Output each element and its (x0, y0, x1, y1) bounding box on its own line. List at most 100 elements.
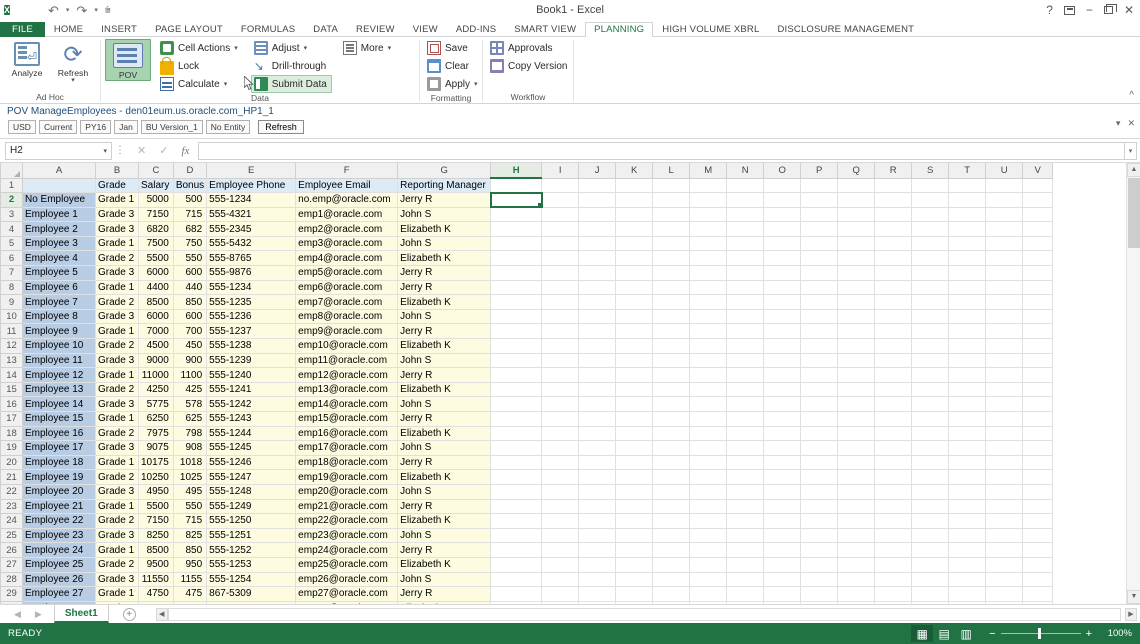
cell-S26[interactable] (912, 543, 949, 558)
cell-I21[interactable] (542, 470, 579, 485)
chevron-down-icon[interactable]: ▾ (304, 44, 308, 52)
cell-A14[interactable]: Employee 12 (23, 368, 96, 383)
cell-V4[interactable] (1023, 222, 1053, 237)
sheet-tab-sheet1[interactable]: Sheet1 (54, 605, 109, 623)
cell-I13[interactable] (542, 353, 579, 368)
cell-U11[interactable] (986, 324, 1023, 339)
cell-D5[interactable]: 750 (173, 236, 206, 251)
cell-G18[interactable]: Elizabeth K (398, 426, 491, 441)
cell-U19[interactable] (986, 441, 1023, 456)
cell-T26[interactable] (949, 543, 986, 558)
cell-A18[interactable]: Employee 16 (23, 426, 96, 441)
cell-A21[interactable]: Employee 19 (23, 470, 96, 485)
cell-L20[interactable] (653, 455, 690, 470)
cell-N17[interactable] (727, 412, 764, 427)
cell-N18[interactable] (727, 426, 764, 441)
cell-V14[interactable] (1023, 368, 1053, 383)
cell-H16[interactable] (491, 397, 542, 412)
ribbon-tab-insert[interactable]: INSERT (92, 22, 146, 37)
cell-R6[interactable] (875, 251, 912, 266)
cell-F6[interactable]: emp4@oracle.com (296, 251, 398, 266)
cell-G27[interactable]: Elizabeth K (398, 557, 491, 572)
cell-J1[interactable] (579, 178, 616, 193)
cell-K26[interactable] (616, 543, 653, 558)
cell-K19[interactable] (616, 441, 653, 456)
chevron-down-icon[interactable]: ▾ (234, 44, 238, 52)
cell-K29[interactable] (616, 587, 653, 602)
cell-T5[interactable] (949, 236, 986, 251)
cell-P25[interactable] (801, 528, 838, 543)
cell-J12[interactable] (579, 339, 616, 354)
cell-D11[interactable]: 700 (173, 324, 206, 339)
cell-N6[interactable] (727, 251, 764, 266)
row-header-19[interactable]: 19 (1, 441, 23, 456)
cell-D26[interactable]: 850 (173, 543, 206, 558)
cell-E22[interactable]: 555-1248 (207, 484, 296, 499)
cell-C29[interactable]: 4750 (139, 587, 174, 602)
row-header-17[interactable]: 17 (1, 412, 23, 427)
cell-G6[interactable]: Elizabeth K (398, 251, 491, 266)
cell-I16[interactable] (542, 397, 579, 412)
cell-J14[interactable] (579, 368, 616, 383)
row-header-7[interactable]: 7 (1, 266, 23, 281)
column-header-K[interactable]: K (616, 163, 653, 178)
cell-I10[interactable] (542, 309, 579, 324)
cell-A28[interactable]: Employee 26 (23, 572, 96, 587)
cell-F26[interactable]: emp24@oracle.com (296, 543, 398, 558)
cell-L24[interactable] (653, 514, 690, 529)
cell-I5[interactable] (542, 236, 579, 251)
cell-L9[interactable] (653, 295, 690, 310)
cell-S18[interactable] (912, 426, 949, 441)
cell-A26[interactable]: Employee 24 (23, 543, 96, 558)
cell-P2[interactable] (801, 193, 838, 208)
cell-D4[interactable]: 682 (173, 222, 206, 237)
row-header-10[interactable]: 10 (1, 309, 23, 324)
cell-I28[interactable] (542, 572, 579, 587)
ribbon-tab-data[interactable]: DATA (304, 22, 347, 37)
cell-V17[interactable] (1023, 412, 1053, 427)
cell-U24[interactable] (986, 514, 1023, 529)
cell-J25[interactable] (579, 528, 616, 543)
cell-B11[interactable]: Grade 1 (96, 324, 139, 339)
cell-R10[interactable] (875, 309, 912, 324)
pov-chip-0[interactable]: USD (8, 120, 36, 134)
cell-G19[interactable]: John S (398, 441, 491, 456)
cell-O4[interactable] (764, 222, 801, 237)
cell-G14[interactable]: Jerry R (398, 368, 491, 383)
row-header-5[interactable]: 5 (1, 236, 23, 251)
cell-T23[interactable] (949, 499, 986, 514)
cell-N26[interactable] (727, 543, 764, 558)
cell-P27[interactable] (801, 557, 838, 572)
cell-I11[interactable] (542, 324, 579, 339)
cell-E2[interactable]: 555-1234 (207, 193, 296, 208)
cell-V25[interactable] (1023, 528, 1053, 543)
cell-E14[interactable]: 555-1240 (207, 368, 296, 383)
vertical-scroll-thumb[interactable] (1128, 178, 1140, 248)
cell-G10[interactable]: John S (398, 309, 491, 324)
cell-H28[interactable] (491, 572, 542, 587)
cell-O10[interactable] (764, 309, 801, 324)
cell-S14[interactable] (912, 368, 949, 383)
cell-V1[interactable] (1023, 178, 1053, 193)
ribbon-tab-view[interactable]: VIEW (404, 22, 447, 37)
zoom-out-button[interactable]: − (989, 628, 995, 640)
cell-F7[interactable]: emp5@oracle.com (296, 266, 398, 281)
cell-J17[interactable] (579, 412, 616, 427)
cell-V10[interactable] (1023, 309, 1053, 324)
cell-V3[interactable] (1023, 207, 1053, 222)
enter-icon[interactable]: ✓ (159, 144, 168, 157)
cell-K22[interactable] (616, 484, 653, 499)
cell-G17[interactable]: Jerry R (398, 412, 491, 427)
cell-N19[interactable] (727, 441, 764, 456)
cell-L21[interactable] (653, 470, 690, 485)
cell-O26[interactable] (764, 543, 801, 558)
cell-N27[interactable] (727, 557, 764, 572)
cell-B7[interactable]: Grade 3 (96, 266, 139, 281)
cell-N28[interactable] (727, 572, 764, 587)
cell-O24[interactable] (764, 514, 801, 529)
cell-A16[interactable]: Employee 14 (23, 397, 96, 412)
row-header-15[interactable]: 15 (1, 382, 23, 397)
cell-U26[interactable] (986, 543, 1023, 558)
calculate-button[interactable]: Calculate ▾ (157, 75, 243, 93)
cell-L3[interactable] (653, 207, 690, 222)
